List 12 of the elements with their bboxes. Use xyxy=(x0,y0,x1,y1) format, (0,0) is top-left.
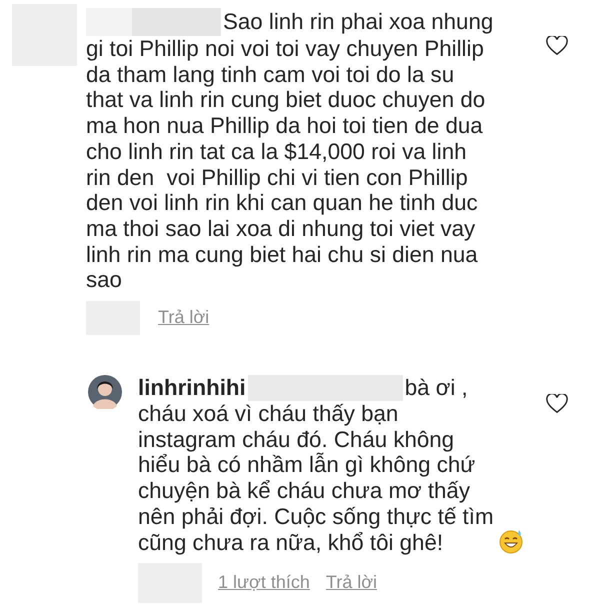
reply-link[interactable]: Trả lời xyxy=(158,305,210,331)
heart-icon[interactable] xyxy=(546,394,568,414)
heart-icon[interactable] xyxy=(546,36,568,56)
avatar-icon[interactable] xyxy=(88,375,122,410)
comment-text: Sao linh rin phai xoa nhung xyxy=(223,9,494,35)
likes-link[interactable]: 1 lượt thích xyxy=(218,570,310,596)
comment-text: cháu xoá vì cháu thấy bạn instagram cháu đó. Cháu không hiểu bà có nhầm lẫn gì không chứ chuyện bà kể cháu chưa mơ thấy nên phải đợi. Cuộc sống thực tế tìm cũng chưa ra nữa, khổ tôi ghê! xyxy=(138,401,494,556)
comment-text: bà ơi , xyxy=(404,375,468,401)
comment-text: gi toi Phillip noi voi toi vay chuyen Phillip da tham lang tinh cam voi toi do la su that va linh rin cung biet duoc chuyen do ma hon nua Phillip da hoi toi tien de dua cho linh rin tat ca la $14,000 roi va linh rin den voi Phillip chi vi tien con Phillip den voi linh rin khi can quan he tinh duc ma thoi sao lai xoa di nhung toi viet vay linh rin ma cung biet hai chu si dien nua sao xyxy=(86,36,486,294)
smiley-icon xyxy=(498,528,524,554)
username[interactable]: linhrinhihi xyxy=(138,375,246,401)
reply-link[interactable]: Trả lời xyxy=(326,570,378,596)
